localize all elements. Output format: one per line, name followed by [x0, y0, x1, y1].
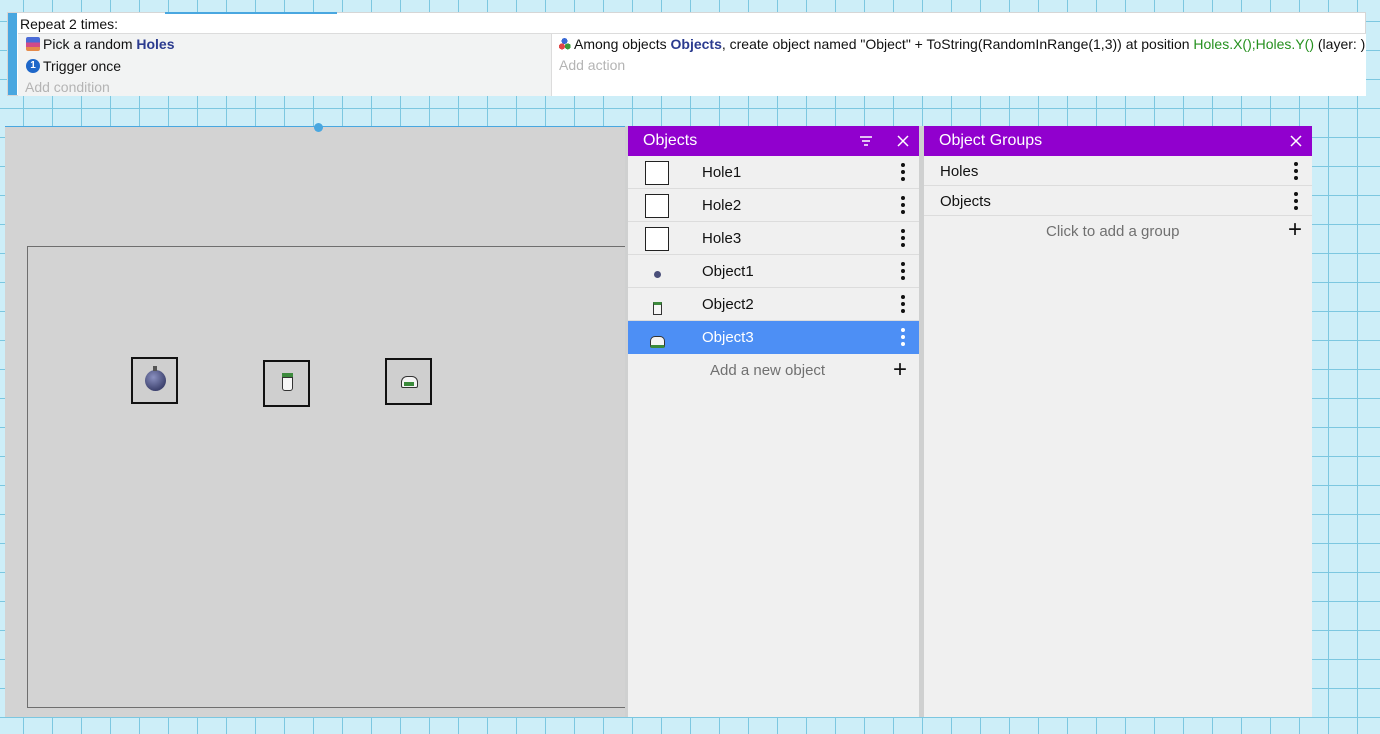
objects-panel-header: Objects — [628, 126, 919, 156]
more-vert-icon[interactable] — [901, 163, 905, 181]
pot-icon — [645, 293, 669, 317]
objects-panel-title: Objects — [643, 132, 698, 149]
object-name: Hole3 — [702, 230, 742, 247]
group-name: Objects — [940, 193, 991, 210]
trigger-once-icon: 1 — [26, 59, 40, 73]
close-icon[interactable] — [897, 126, 909, 158]
object-name: Object2 — [702, 296, 754, 313]
object-name: Hole2 — [702, 197, 742, 214]
groups-panel-header: Object Groups — [924, 126, 1312, 156]
more-vert-icon[interactable] — [901, 328, 905, 346]
plus-icon[interactable]: + — [893, 356, 907, 384]
create-object-icon — [558, 38, 571, 50]
object-list-item[interactable]: Hole2 — [628, 189, 919, 222]
more-vert-icon[interactable] — [901, 196, 905, 214]
plus-icon[interactable]: + — [1288, 216, 1302, 244]
groups-panel-title: Object Groups — [939, 132, 1043, 149]
action-group: Objects — [670, 36, 722, 52]
object-list-item[interactable]: Object2 — [628, 288, 919, 321]
filter-icon[interactable] — [859, 126, 873, 159]
pick-random-icon — [26, 37, 40, 51]
add-group-row[interactable]: Click to add a group + — [924, 216, 1312, 246]
condition-object: Holes — [136, 36, 175, 52]
action-position: Holes.X();Holes.Y() — [1193, 36, 1314, 52]
object-list-item[interactable]: Hole1 — [628, 156, 919, 189]
condition-text: Trigger once — [43, 58, 122, 74]
empty-square-icon — [645, 227, 669, 251]
add-object-row[interactable]: Add a new object + — [628, 354, 919, 387]
bomb-icon — [645, 260, 669, 284]
actions-column: Among objects Objects , create object na… — [552, 33, 1366, 96]
add-action-link[interactable]: Add action — [559, 57, 625, 73]
condition-trigger-once[interactable]: 1 Trigger once — [26, 58, 121, 74]
hole2-instance[interactable] — [263, 360, 310, 407]
conditions-column: Pick a random Holes 1 Trigger once Add c… — [18, 33, 552, 96]
more-vert-icon[interactable] — [1294, 192, 1298, 210]
add-object-label: Add a new object — [710, 362, 826, 379]
condition-text: Pick a random — [43, 36, 137, 52]
empty-square-icon — [645, 194, 669, 218]
object-list-item[interactable]: Object1 — [628, 255, 919, 288]
action-prefix: Among objects — [574, 36, 671, 52]
repeat-label[interactable]: Repeat 2 times: — [20, 16, 118, 32]
object-name: Hole1 — [702, 164, 742, 181]
object-groups-panel: Object Groups Holes Objects Click to add… — [924, 126, 1312, 717]
add-condition-link[interactable]: Add condition — [25, 79, 110, 95]
more-vert-icon[interactable] — [1294, 162, 1298, 180]
action-suffix: (layer: ) — [1314, 36, 1366, 52]
more-vert-icon[interactable] — [901, 295, 905, 313]
object-list-item[interactable]: Hole3 — [628, 222, 919, 255]
action-middle: , create object named "Object" + ToStrin… — [721, 36, 1194, 52]
more-vert-icon[interactable] — [901, 229, 905, 247]
pot-icon — [282, 373, 293, 391]
group-name: Holes — [940, 163, 979, 180]
object-name: Object3 — [702, 329, 754, 346]
group-list-item[interactable]: Holes — [924, 156, 1312, 186]
group-list-item[interactable]: Objects — [924, 186, 1312, 216]
object-list-item-selected[interactable]: Object3 — [628, 321, 919, 354]
close-icon[interactable] — [1290, 126, 1302, 158]
empty-square-icon — [645, 161, 669, 185]
car-icon — [401, 376, 418, 388]
event-row[interactable]: Repeat 2 times: Pick a random Holes 1 Tr… — [7, 12, 1366, 96]
hole3-instance[interactable] — [385, 358, 432, 405]
object-name: Object1 — [702, 263, 754, 280]
scene-bounds — [27, 246, 647, 708]
bomb-icon — [145, 366, 166, 391]
resize-handle[interactable] — [314, 123, 323, 132]
car-icon — [645, 326, 669, 350]
condition-pick-random[interactable]: Pick a random Holes — [26, 36, 175, 52]
more-vert-icon[interactable] — [901, 262, 905, 280]
add-group-label: Click to add a group — [1046, 223, 1180, 240]
hole1-instance[interactable] — [131, 357, 178, 404]
scene-canvas[interactable] — [5, 123, 647, 717]
event-indicator-bar — [8, 13, 17, 95]
action-create-object[interactable]: Among objects Objects , create object na… — [558, 36, 1365, 52]
objects-panel: Objects Hole1 Hole2 Hole3 Object1 Object… — [628, 126, 919, 717]
event-tab-indicator — [165, 12, 337, 14]
